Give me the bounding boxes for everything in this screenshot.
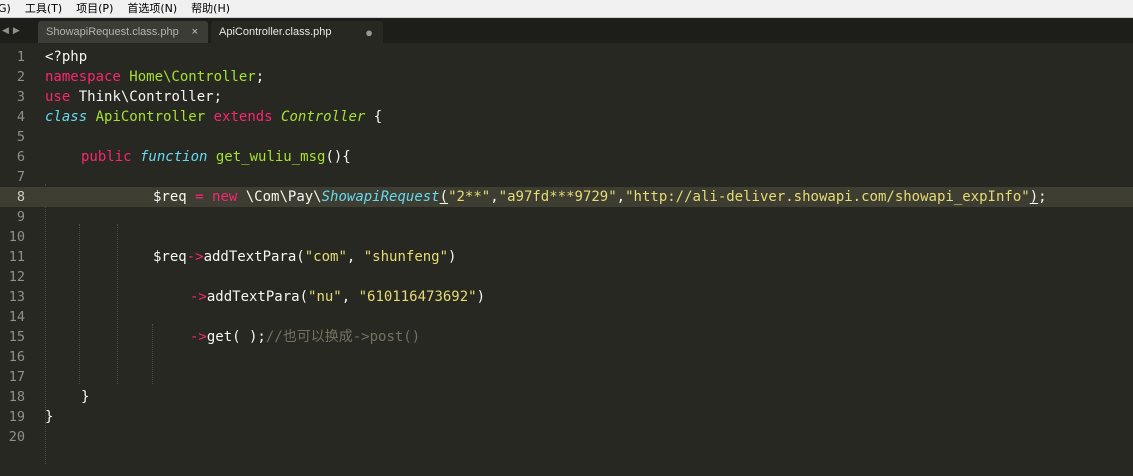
tab-prev-icon[interactable]: ◀ (2, 25, 9, 36)
code-line: 7 (0, 167, 1133, 187)
code-line: 5 (0, 127, 1133, 147)
code-line: 19 } (0, 407, 1133, 427)
code-line: 6 public function get_wuliu_msg(){ (0, 147, 1133, 167)
code-line: 16 (0, 347, 1133, 367)
menu-item-preferences[interactable]: 首选项(N) (120, 0, 184, 17)
line-number: 2 (16, 69, 25, 85)
menu-item-selection[interactable]: G) (0, 0, 18, 17)
code-text: public function get_wuliu_msg(){ (81, 149, 351, 165)
code-line: 3 use Think\Controller; (0, 87, 1133, 107)
code-line: 15 ->get( );//也可以换成->post() (0, 327, 1133, 347)
unsaved-dot-icon[interactable]: ● (365, 26, 373, 39)
tab-label: ApiController.class.php (219, 26, 332, 38)
line-number: 6 (16, 149, 25, 165)
line-number: 19 (8, 409, 25, 425)
code-text: use Think\Controller; (45, 89, 223, 105)
line-number: 5 (16, 129, 25, 145)
code-text: ->addTextPara("nu", "610116473692") (190, 289, 486, 305)
code-text: } (45, 409, 54, 425)
line-number: 14 (8, 309, 25, 325)
code-line: 18 } (0, 387, 1133, 407)
code-line: 12 (0, 267, 1133, 287)
tab-showapirequest[interactable]: ShowapiRequest.class.php × (38, 21, 208, 43)
line-number: 18 (8, 389, 25, 405)
tab-next-icon[interactable]: ▶ (13, 25, 20, 36)
code-line: 11 $req->addTextPara("com", "shunfeng") (0, 247, 1133, 267)
code-line-current: 8 $req = new \Com\Pay\ShowapiRequest("2*… (0, 187, 1133, 207)
code-line: 9 (0, 207, 1133, 227)
menu-item-tools[interactable]: 工具(T) (18, 0, 69, 17)
line-number: 16 (8, 349, 25, 365)
code-text: <?php (45, 49, 88, 65)
code-text: $req->addTextPara("com", "shunfeng") (153, 249, 457, 265)
line-number: 9 (16, 209, 25, 225)
line-number: 8 (16, 189, 25, 205)
code-line: 1 <?php (0, 47, 1133, 67)
line-number: 1 (16, 49, 25, 65)
menu-item-project[interactable]: 项目(P) (69, 0, 120, 17)
line-number: 11 (8, 249, 25, 265)
code-text: $req = new \Com\Pay\ShowapiRequest("2**"… (153, 189, 1047, 205)
menu-item-help[interactable]: 帮助(H) (184, 0, 237, 17)
tab-apicontroller[interactable]: ApiController.class.php ● (211, 21, 383, 43)
line-number: 3 (16, 89, 25, 105)
code-line: 14 (0, 307, 1133, 327)
code-line: 10 (0, 227, 1133, 247)
code-line: 4 class ApiController extends Controller… (0, 107, 1133, 127)
code-text: } (81, 389, 90, 405)
tab-navigation: ◀ ▶ (0, 18, 36, 43)
line-number: 15 (8, 329, 25, 345)
code-text: ->get( );//也可以换成->post() (190, 329, 421, 345)
code-text: class ApiController extends Controller { (45, 109, 383, 125)
code-line: 20 (0, 427, 1133, 447)
tab-bar: ◀ ▶ ShowapiRequest.class.php × ApiContro… (0, 18, 1133, 43)
line-number: 12 (8, 269, 25, 285)
line-number: 4 (16, 109, 25, 125)
code-line: 13 ->addTextPara("nu", "610116473692") (0, 287, 1133, 307)
code-text: namespace Home\Controller; (45, 69, 265, 85)
line-number: 10 (8, 229, 25, 245)
line-number: 13 (8, 289, 25, 305)
line-number: 7 (16, 169, 25, 185)
line-number: 17 (8, 369, 25, 385)
code-editor[interactable]: 1 <?php 2 namespace Home\Controller; 3 u… (0, 44, 1133, 476)
code-line: 17 (0, 367, 1133, 387)
tab-label: ShowapiRequest.class.php (46, 26, 179, 38)
code-line: 2 namespace Home\Controller; (0, 67, 1133, 87)
menu-bar: G) 工具(T) 项目(P) 首选项(N) 帮助(H) (0, 0, 1133, 18)
line-number: 20 (8, 429, 25, 445)
close-icon[interactable]: × (192, 26, 198, 38)
